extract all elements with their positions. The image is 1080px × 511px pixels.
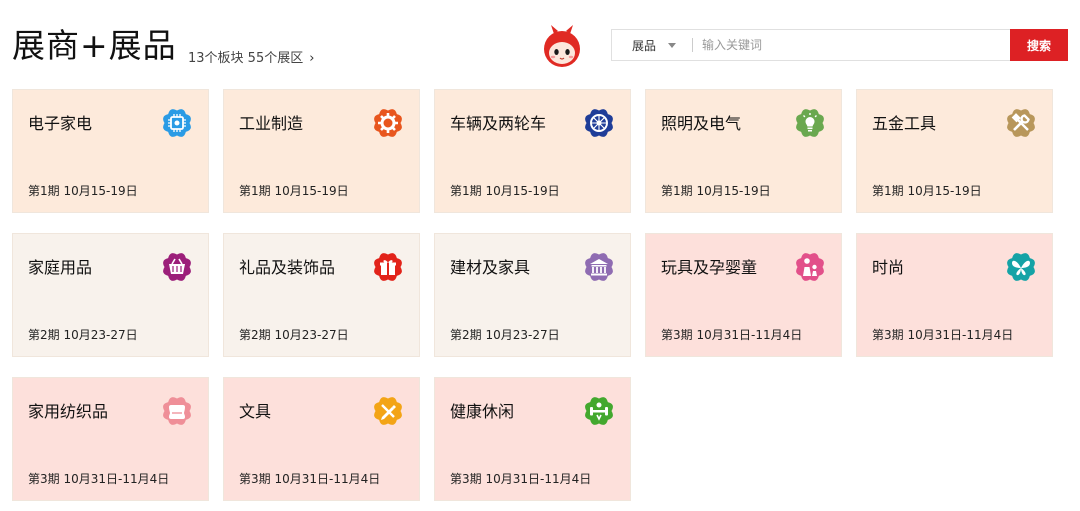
search-category-select[interactable]: 展品: [612, 30, 692, 60]
category-card[interactable]: 电子家电第1期 10月15-19日: [12, 89, 209, 213]
gear-icon: [371, 106, 405, 140]
fitness-icon: [582, 394, 616, 428]
category-name: 建材及家具: [450, 258, 531, 277]
category-period: 第1期 10月15-19日: [239, 184, 349, 198]
category-card[interactable]: 建材及家具第2期 10月23-27日: [434, 233, 631, 357]
search-input[interactable]: [693, 30, 1010, 60]
mother-child-icon: [793, 250, 827, 284]
category-period: 第1期 10月15-19日: [661, 184, 771, 198]
category-card[interactable]: 家用纺织品第3期 10月31日-11月4日: [12, 377, 209, 501]
category-name: 时尚: [872, 258, 905, 277]
section-summary-link[interactable]: 13个板块 55个展区 ›: [188, 50, 314, 68]
category-name: 玩具及孕婴童: [661, 258, 758, 277]
category-name: 车辆及两轮车: [450, 114, 547, 133]
category-period: 第3期 10月31日-11月4日: [661, 328, 803, 342]
category-card[interactable]: 工业制造第1期 10月15-19日: [223, 89, 420, 213]
chevron-right-icon: ›: [309, 51, 315, 66]
stationery-icon: [371, 394, 405, 428]
category-card[interactable]: 时尚第3期 10月31日-11月4日: [856, 233, 1053, 357]
gift-icon: [371, 250, 405, 284]
category-period: 第1期 10月15-19日: [450, 184, 560, 198]
category-period: 第3期 10月31日-11月4日: [450, 472, 592, 486]
category-period: 第2期 10月23-27日: [28, 328, 138, 342]
chip-icon: [160, 106, 194, 140]
page-title: 展商+展品: [12, 26, 177, 65]
category-card[interactable]: 照明及电气第1期 10月15-19日: [645, 89, 842, 213]
search-button[interactable]: 搜索: [1010, 29, 1068, 61]
wheel-icon: [582, 106, 616, 140]
category-card[interactable]: 车辆及两轮车第1期 10月15-19日: [434, 89, 631, 213]
category-name: 礼品及装饰品: [239, 258, 336, 277]
category-name: 电子家电: [28, 114, 93, 133]
header: 展商+展品 13个板块 55个展区 › 展品 搜索: [0, 0, 1080, 80]
category-card[interactable]: 文具第3期 10月31日-11月4日: [223, 377, 420, 501]
category-name: 照明及电气: [661, 114, 742, 133]
category-grid: 电子家电 第1期 10月15-19日 工业制造 第1期 10月15-19日 车辆及两轮车…: [12, 89, 1053, 501]
basket-icon: [160, 250, 194, 284]
category-card[interactable]: 健康休闲第3期 10月31日-11月4日: [434, 377, 631, 501]
category-card[interactable]: 礼品及装饰品第2期 10月23-27日: [223, 233, 420, 357]
category-name: 健康休闲: [450, 402, 515, 421]
lightbulb-icon: [793, 106, 827, 140]
category-card[interactable]: 五金工具第1期 10月15-19日: [856, 89, 1053, 213]
category-card[interactable]: 家庭用品第2期 10月23-27日: [12, 233, 209, 357]
category-period: 第2期 10月23-27日: [239, 328, 349, 342]
category-name: 文具: [239, 402, 272, 421]
pillow-icon: [160, 394, 194, 428]
category-period: 第3期 10月31日-11月4日: [239, 472, 381, 486]
category-period: 第3期 10月31日-11月4日: [872, 328, 1014, 342]
category-period: 第1期 10月15-19日: [872, 184, 982, 198]
category-period: 第2期 10月23-27日: [450, 328, 560, 342]
category-name: 家庭用品: [28, 258, 93, 277]
category-name: 家用纺织品: [28, 402, 109, 421]
search-bar: 展品 搜索: [611, 29, 1068, 61]
tools-icon: [1004, 106, 1038, 140]
building-icon: [582, 250, 616, 284]
category-name: 五金工具: [872, 114, 937, 133]
category-period: 第3期 10月31日-11月4日: [28, 472, 170, 486]
butterfly-icon: [1004, 250, 1038, 284]
caret-down-icon: [668, 42, 677, 48]
search-category-label: 展品: [632, 38, 657, 53]
category-period: 第1期 10月15-19日: [28, 184, 138, 198]
section-summary-text: 13个板块 55个展区: [188, 51, 304, 66]
category-card[interactable]: 玩具及孕婴童第3期 10月31日-11月4日: [645, 233, 842, 357]
category-name: 工业制造: [239, 114, 304, 133]
mascot-logo: [540, 22, 584, 68]
